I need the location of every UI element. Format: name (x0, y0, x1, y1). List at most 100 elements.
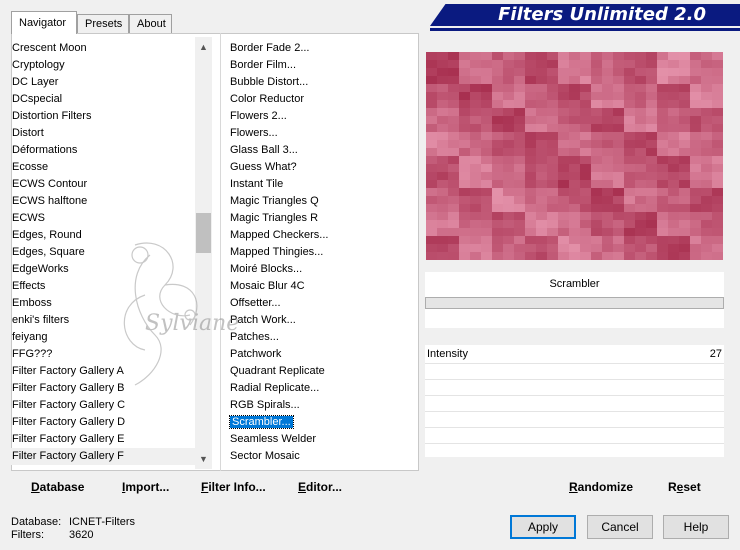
category-item[interactable]: Filter Factory Gallery D (10, 414, 195, 431)
preview-tile (668, 84, 679, 92)
preview-tile (525, 236, 536, 244)
category-item[interactable]: Distortion Filters (10, 108, 195, 125)
filter-item[interactable]: Magic Triangles Q (228, 193, 413, 210)
preview-tile (536, 84, 547, 92)
preview-tile (635, 84, 646, 92)
category-item[interactable]: Filter Factory Gallery C (10, 397, 195, 414)
preview-tile (657, 92, 668, 100)
scroll-up-icon[interactable]: ▲ (195, 39, 212, 56)
preview-tile (646, 60, 657, 68)
preview-tile (690, 196, 701, 204)
category-item[interactable]: Ecosse (10, 159, 195, 176)
preview-tile (635, 172, 646, 180)
preview-tile (514, 244, 525, 252)
preview-tile (437, 92, 448, 100)
cancel-button[interactable]: Cancel (587, 515, 653, 539)
preview-tile (481, 188, 492, 196)
category-item[interactable]: Cryptology (10, 57, 195, 74)
category-item[interactable]: Filter Factory Gallery E (10, 431, 195, 448)
preview-tile (712, 220, 723, 228)
preview-tile (602, 108, 613, 116)
preview-tile (679, 148, 690, 156)
preview-tile (679, 188, 690, 196)
filter-item[interactable]: Flowers 2... (228, 108, 413, 125)
preview-tile (547, 172, 558, 180)
tab-about[interactable]: About (129, 14, 172, 33)
preview-tile (514, 116, 525, 124)
preview-tile (536, 148, 547, 156)
preview-tile (492, 244, 503, 252)
filter-info-button[interactable]: Filter Info... (201, 480, 266, 494)
filter-item[interactable]: Bubble Distort... (228, 74, 413, 91)
filter-item[interactable]: Seamless Welder (228, 431, 413, 448)
preview-tile (481, 132, 492, 140)
preview-tile (591, 100, 602, 108)
preview-tile (569, 108, 580, 116)
preview-tile (470, 76, 481, 84)
filter-item[interactable]: Sector Mosaic (228, 448, 413, 465)
tab-navigator[interactable]: Navigator (11, 11, 77, 34)
preview-tile (525, 188, 536, 196)
preview-tile (690, 244, 701, 252)
preview-tile (635, 100, 646, 108)
preview-tile (690, 60, 701, 68)
preview-tile (569, 124, 580, 132)
tab-presets[interactable]: Presets (77, 14, 129, 33)
reset-button[interactable]: Reset (668, 480, 701, 494)
preview-tile (525, 140, 536, 148)
filter-item[interactable]: Border Fade 2... (228, 40, 413, 57)
preview-tile (657, 76, 668, 84)
preview-tile (690, 108, 701, 116)
preview-tile (690, 92, 701, 100)
preview-tile (437, 244, 448, 252)
filter-item[interactable]: Scrambler... (228, 414, 413, 431)
database-button[interactable]: Database (31, 480, 84, 494)
filter-item[interactable]: Flowers... (228, 125, 413, 142)
filter-item[interactable]: Border Film... (228, 57, 413, 74)
preview-tile (569, 84, 580, 92)
preview-tile (580, 252, 591, 260)
import-button[interactable]: Import... (122, 480, 169, 494)
filter-item[interactable]: RGB Spirals... (228, 397, 413, 414)
preview-tile (712, 76, 723, 84)
preview-tile (437, 132, 448, 140)
preview-tile (426, 140, 437, 148)
category-item[interactable]: ECWS Contour (10, 176, 195, 193)
preview-tile (437, 68, 448, 76)
preview-tile (668, 252, 679, 260)
preview-tile (635, 236, 646, 244)
editor-button[interactable]: Editor... (298, 480, 342, 494)
filter-item[interactable]: Instant Tile (228, 176, 413, 193)
scroll-down-icon[interactable]: ▼ (195, 451, 212, 468)
category-item[interactable]: DC Layer (10, 74, 195, 91)
preview-tile (646, 156, 657, 164)
preview-tile (426, 76, 437, 84)
preview-tile (470, 164, 481, 172)
preview-tile (558, 220, 569, 228)
randomize-button[interactable]: Randomize (569, 480, 633, 494)
category-item[interactable]: DCspecial (10, 91, 195, 108)
filter-item[interactable]: Glass Ball 3... (228, 142, 413, 159)
help-button[interactable]: Help (663, 515, 729, 539)
category-item[interactable]: ECWS halftone (10, 193, 195, 210)
preview-tile (558, 172, 569, 180)
preview-tile (657, 188, 668, 196)
preview-tile (690, 172, 701, 180)
preview-tile (492, 236, 503, 244)
param-value[interactable]: 27 (690, 348, 722, 360)
category-item[interactable]: Crescent Moon (10, 40, 195, 57)
preview-tile (690, 124, 701, 132)
category-item[interactable]: Distort (10, 125, 195, 142)
category-item[interactable]: Déformations (10, 142, 195, 159)
preview-tile (646, 92, 657, 100)
category-item[interactable]: Filter Factory Gallery F (10, 448, 195, 465)
preview-tile (602, 204, 613, 212)
preview-tile (536, 220, 547, 228)
preview-tile (525, 92, 536, 100)
filter-item[interactable]: Color Reductor (228, 91, 413, 108)
preview-tile (635, 188, 646, 196)
preview-tile (503, 100, 514, 108)
apply-button[interactable]: Apply (510, 515, 576, 539)
filter-item[interactable]: Guess What? (228, 159, 413, 176)
preview-tile (668, 228, 679, 236)
